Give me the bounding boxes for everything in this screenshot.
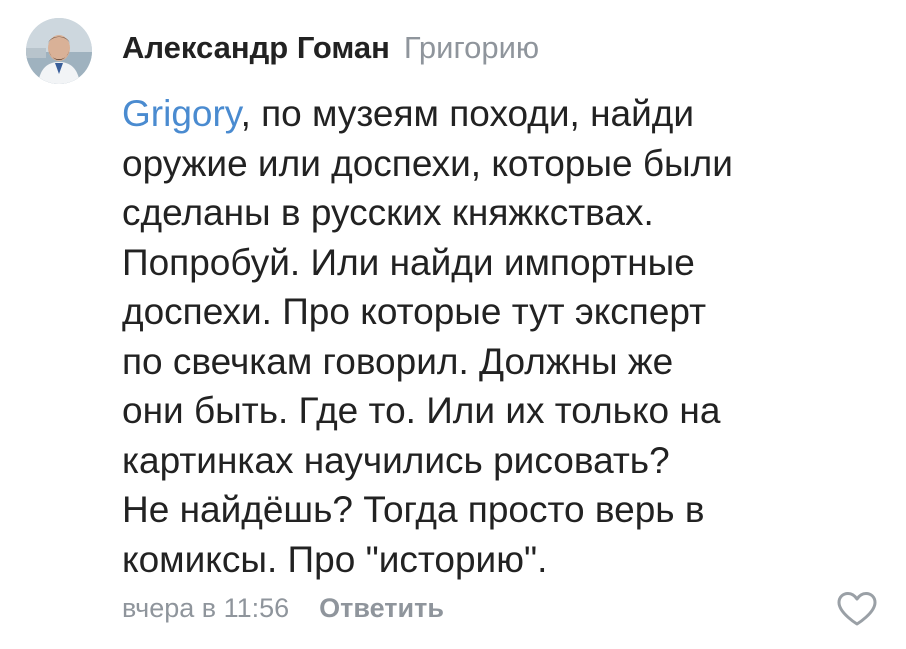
comment-text: Grigory, по музеям походи, найди оружие … xyxy=(122,89,882,584)
comment-item: Александр Гоман Григорию Grigory, по музе… xyxy=(0,0,906,649)
author-name[interactable]: Александр Гоман xyxy=(122,30,390,65)
comment-line: сделаны в русских княжкствах. xyxy=(122,192,654,233)
comment-line: Grigory, по музеям походи, найди xyxy=(122,89,882,139)
avatar[interactable] xyxy=(26,18,92,84)
mention-link[interactable]: Grigory xyxy=(122,93,241,134)
reply-button[interactable]: Ответить xyxy=(319,593,444,623)
comment-line: Не найдёшь? Тогда просто верь в xyxy=(122,489,705,530)
comment-footer: вчера в 11:56 Ответить xyxy=(122,590,444,631)
comment-line: по свечкам говорил. Должны же xyxy=(122,340,674,382)
avatar-image xyxy=(26,18,92,84)
comment-header: Александр Гоман Григорию xyxy=(122,30,539,72)
comment-line: они быть. Где то. Или их только на xyxy=(122,390,721,431)
comment-line: доспехи. Про которые тут эксперт xyxy=(122,291,707,332)
heart-icon xyxy=(837,592,877,626)
comment-line: картинках научились рисовать? xyxy=(122,439,670,481)
timestamp: вчера в 11:56 xyxy=(122,593,290,623)
comment-line: Попробуй. Или найди импортные xyxy=(122,241,695,283)
reply-to-name[interactable]: Григорию xyxy=(404,30,539,65)
comment-line-text: , по музеям походи, найди xyxy=(240,93,695,134)
heart-outline-icon[interactable] xyxy=(836,590,878,628)
comment-line: оружие или доспехи, которые были xyxy=(122,142,733,184)
comment-line: комиксы. Про "историю". xyxy=(122,538,548,580)
